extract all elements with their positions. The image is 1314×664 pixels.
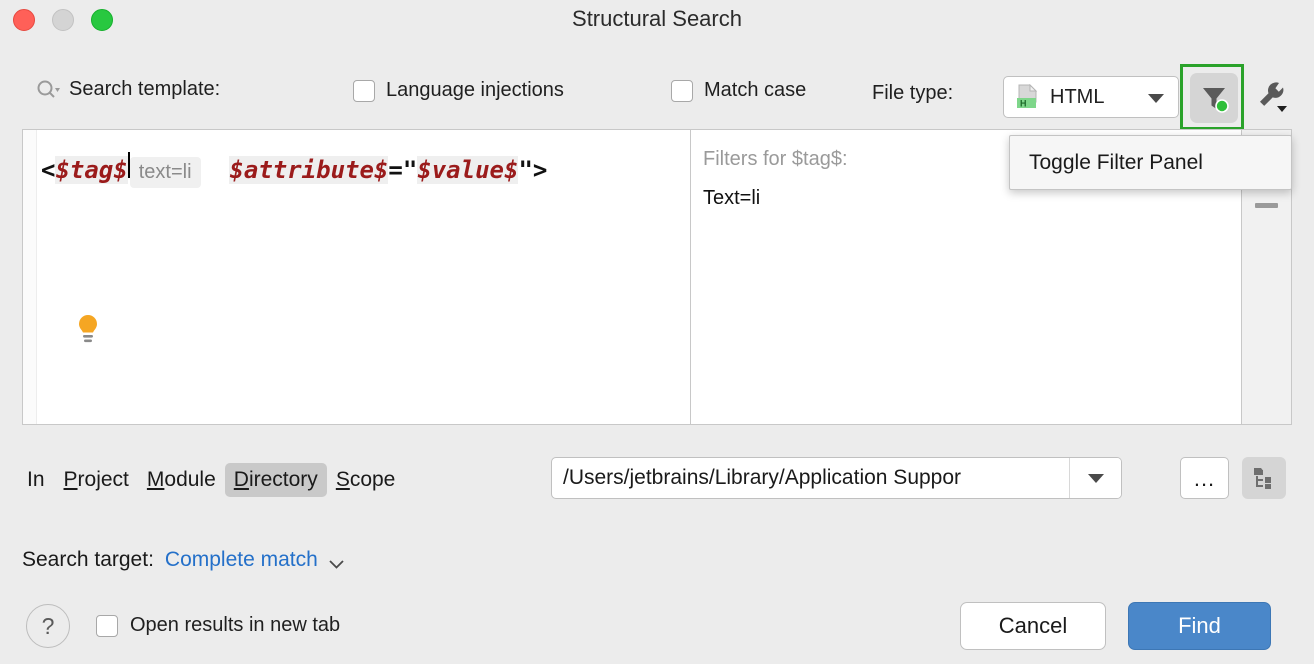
directory-path-dropdown[interactable] [1069,458,1121,498]
code-value-variable[interactable]: $value$ [417,156,518,184]
scope-option-module[interactable]: Module [138,463,225,497]
browse-directory-button[interactable]: ... [1180,457,1229,499]
dialog-footer: ? Open results in new tab Cancel Find [0,598,1314,664]
scope-prefix-label: In [27,468,45,492]
title-bar: Structural Search [0,0,1314,42]
scope-option-module-rest: odule [164,468,215,491]
code-tag-variable[interactable]: $tag$ [55,156,127,184]
search-template-editor[interactable]: <$tag$text=li $attribute$="$value$"> [23,130,691,424]
page-title: Structural Search [0,6,1314,32]
open-results-label: Open results in new tab [130,614,340,637]
toggle-filter-panel-button[interactable] [1190,73,1238,123]
search-target-value[interactable]: Complete match [165,548,318,572]
search-template-label: Search template: [69,78,220,101]
chevron-down-icon[interactable] [329,556,344,565]
options-toolbar: Search template: Language injections Mat… [0,72,1314,118]
scope-option-project[interactable]: Project [55,463,138,497]
code-quote-close: " [518,156,532,184]
minus-icon[interactable] [1255,203,1278,208]
tooltip-text: Toggle Filter Panel [1029,151,1203,175]
inline-filter-hint[interactable]: text=li [130,157,201,188]
lightbulb-icon[interactable] [75,314,101,344]
toggle-filter-panel-button-focus-ring [1180,64,1244,130]
search-icon[interactable] [36,79,60,101]
language-injections-label: Language injections [386,79,564,102]
scope-option-project-rest: roject [78,468,129,491]
match-case-label: Match case [704,79,806,102]
open-results-checkbox-box[interactable] [96,615,118,637]
search-template-label-group: Search template: [36,78,220,101]
scope-option-scope[interactable]: Scope [327,463,405,497]
match-case-checkbox[interactable]: Match case [671,79,806,102]
chevron-down-icon[interactable] [1148,94,1164,103]
module-tree-button[interactable] [1242,457,1286,499]
tooltip: Toggle Filter Panel [1009,135,1292,190]
scope-option-directory-rest: irectory [249,468,318,491]
editor-gutter [23,130,37,424]
directory-path-field[interactable]: /Users/jetbrains/Library/Application Sup… [551,457,1122,499]
language-injections-checkbox[interactable]: Language injections [353,79,564,102]
scope-option-scope-rest: cope [350,468,396,491]
code-equals: = [388,156,402,184]
file-type-combobox[interactable]: H HTML [1003,76,1179,118]
open-results-in-new-tab-checkbox[interactable]: Open results in new tab [96,614,340,637]
filter-row[interactable]: Text=li [703,187,1291,210]
language-injections-checkbox-box[interactable] [353,80,375,102]
cancel-button[interactable]: Cancel [960,602,1106,650]
match-case-checkbox-box[interactable] [671,80,693,102]
wrench-icon [1254,76,1294,116]
folder-tree-icon [1251,465,1277,491]
code-attribute-variable[interactable]: $attribute$ [229,156,388,184]
file-type-value: HTML [1050,86,1104,109]
code-quote-open: " [403,156,417,184]
code-open-bracket: < [41,156,55,184]
scope-option-directory[interactable]: Directory [225,463,327,497]
search-template-code[interactable]: <$tag$text=li $attribute$="$value$"> [41,152,547,188]
scope-row: In Project Module Directory Scope /Users… [0,455,1314,503]
svg-text:H: H [1020,99,1027,109]
help-button[interactable]: ? [26,604,70,648]
search-target-label: Search target: [22,548,154,572]
scope-selector: In Project Module Directory Scope [27,463,404,497]
directory-path-value[interactable]: /Users/jetbrains/Library/Application Sup… [552,466,961,490]
structural-search-dialog: Structural Search Search template: Langu… [0,0,1314,664]
search-options-button[interactable] [1252,74,1296,118]
find-button[interactable]: Find [1128,602,1271,650]
code-close-bracket: > [533,156,547,184]
search-target-row: Search target: Complete match [22,548,344,572]
file-type-label: File type: [872,82,953,105]
chevron-down-icon [1088,474,1104,483]
filter-funnel-icon [1197,81,1231,115]
html-file-icon: H [1016,84,1040,110]
